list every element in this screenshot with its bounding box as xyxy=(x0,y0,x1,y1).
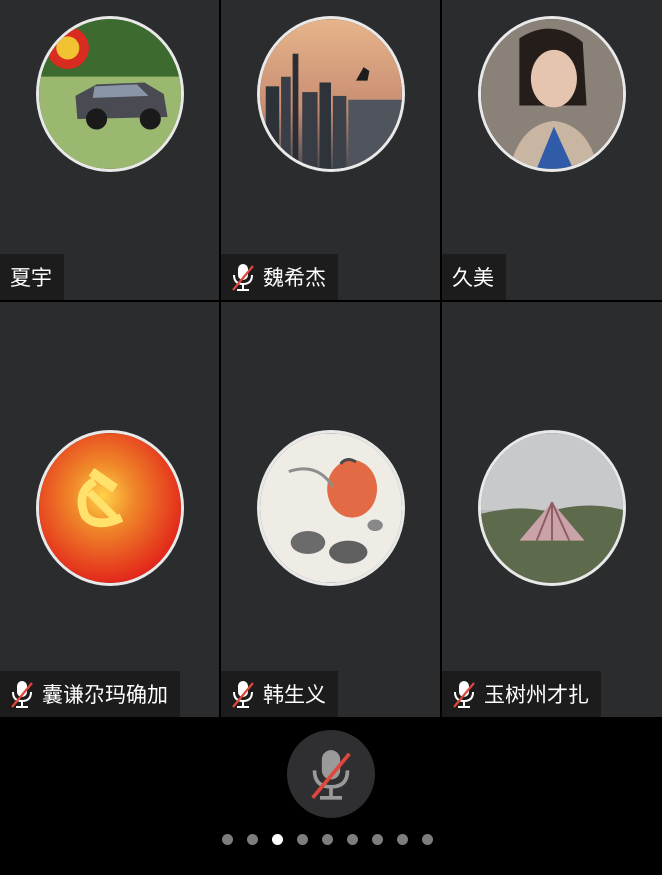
mic-muted-icon xyxy=(11,681,33,708)
participant-tile[interactable]: 韩生义 xyxy=(221,302,440,717)
mic-muted-icon xyxy=(232,264,254,291)
name-tag: 囊谦尕玛确加 xyxy=(0,671,180,717)
tent-landscape-avatar-icon xyxy=(481,433,623,583)
city-sunset-avatar-icon xyxy=(260,19,402,169)
mic-muted-icon xyxy=(232,681,254,708)
participant-tile[interactable]: 囊谦尕玛确加 xyxy=(0,302,219,717)
mute-toggle-button[interactable] xyxy=(287,730,375,818)
avatar xyxy=(478,16,626,172)
avatar xyxy=(257,430,405,586)
participant-name: 久美 xyxy=(452,266,494,290)
participant-tile[interactable]: 魏希杰 xyxy=(221,0,440,300)
participant-name: 玉树州才扎 xyxy=(484,683,589,707)
page-dot[interactable] xyxy=(247,834,258,845)
mic-muted-icon xyxy=(311,750,351,800)
participant-name: 囊谦尕玛确加 xyxy=(42,683,168,707)
participant-grid: 夏宇 魏希杰 久美 囊谦尕玛确加 韩生义 玉树州才扎 xyxy=(0,0,662,717)
mic-muted-icon xyxy=(453,681,475,708)
participant-name: 魏希杰 xyxy=(263,266,326,290)
page-dot[interactable] xyxy=(222,834,233,845)
page-dot[interactable] xyxy=(397,834,408,845)
name-tag: 玉树州才扎 xyxy=(442,671,601,717)
participant-name: 夏宇 xyxy=(10,266,52,290)
avatar xyxy=(478,430,626,586)
participant-tile[interactable]: 夏宇 xyxy=(0,0,219,300)
participant-tile[interactable]: 久美 xyxy=(442,0,662,300)
page-dot-active[interactable] xyxy=(272,834,283,845)
car-grass-avatar-icon xyxy=(39,19,181,169)
page-dot[interactable] xyxy=(422,834,433,845)
hammer-sickle-avatar-icon xyxy=(39,433,181,583)
pumpkin-painting-avatar-icon xyxy=(260,433,402,583)
name-tag: 魏希杰 xyxy=(221,254,338,300)
participant-name: 韩生义 xyxy=(263,683,326,707)
page-dot[interactable] xyxy=(297,834,308,845)
participant-tile[interactable]: 玉树州才扎 xyxy=(442,302,662,717)
name-tag: 久美 xyxy=(442,254,506,300)
page-indicator xyxy=(222,834,433,845)
avatar xyxy=(257,16,405,172)
name-tag: 夏宇 xyxy=(0,254,64,300)
page-dot[interactable] xyxy=(322,834,333,845)
page-dot[interactable] xyxy=(347,834,358,845)
name-tag: 韩生义 xyxy=(221,671,338,717)
woman-portrait-avatar-icon xyxy=(481,19,623,169)
avatar xyxy=(36,430,184,586)
avatar xyxy=(36,16,184,172)
page-dot[interactable] xyxy=(372,834,383,845)
